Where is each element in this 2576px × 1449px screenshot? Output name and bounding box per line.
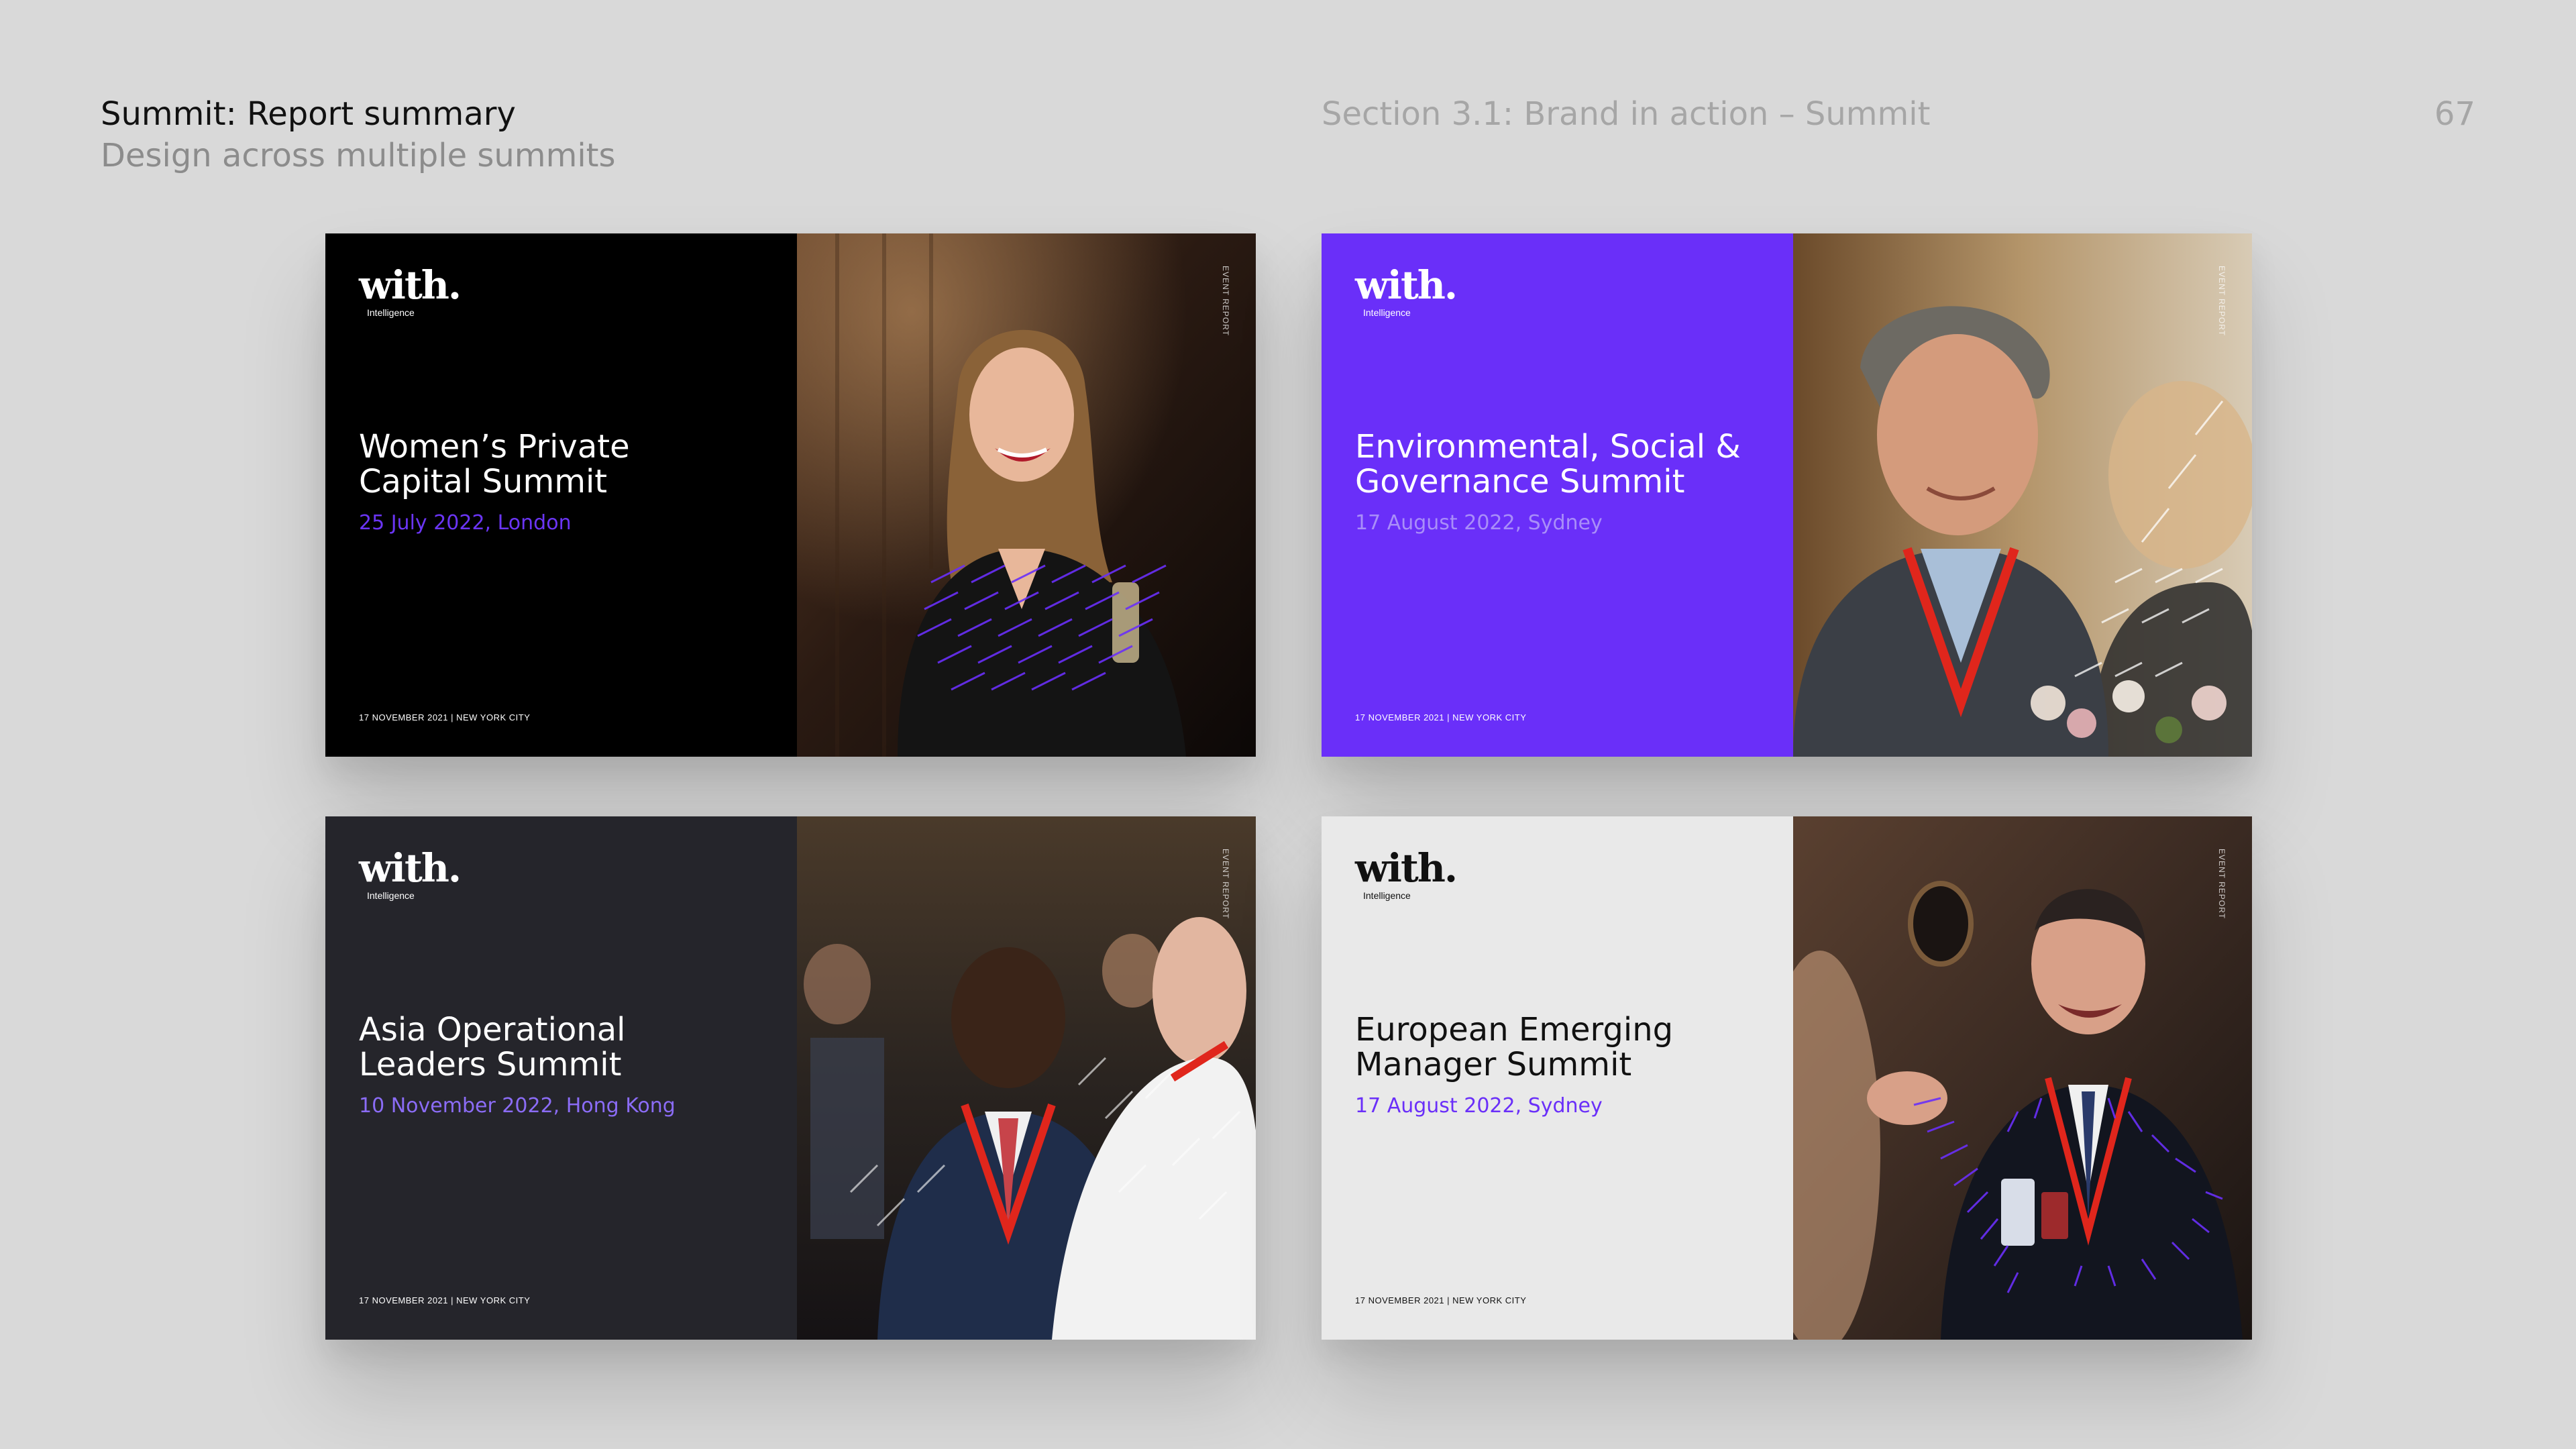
woman-laughing-photo: EVENT REPORT [797, 233, 1256, 757]
cover-panel: with. Intelligence Asia Operational Lead… [325, 816, 797, 1340]
with-intelligence-logo: with. Intelligence [359, 262, 462, 318]
summit-title: Women’s Private Capital Summit [359, 428, 630, 500]
summit-title: Environmental, Social & Governance Summi… [1355, 428, 1741, 500]
summit-title: Asia Operational Leaders Summit [359, 1011, 626, 1083]
with-intelligence-logo: with. Intelligence [1355, 262, 1458, 318]
event-report-tag: EVENT REPORT [2217, 266, 2226, 336]
cover-panel: with. Intelligence Environmental, Social… [1322, 233, 1793, 757]
cover-footer: 17 NOVEMBER 2021 | NEW YORK CITY [1355, 712, 1527, 722]
summit-date: 10 November 2022, Hong Kong [359, 1094, 676, 1118]
event-report-tag: EVENT REPORT [1221, 849, 1230, 919]
with-intelligence-logo: with. Intelligence [359, 845, 462, 901]
cover-footer: 17 NOVEMBER 2021 | NEW YORK CITY [359, 1295, 531, 1305]
event-report-tag: EVENT REPORT [1221, 266, 1230, 336]
summit-date: 17 August 2022, Sydney [1355, 1094, 1603, 1118]
section-label: Section 3.1: Brand in action – Summit [1322, 95, 1931, 133]
report-cover-asia-operational: with. Intelligence Asia Operational Lead… [325, 816, 1256, 1340]
cover-footer: 17 NOVEMBER 2021 | NEW YORK CITY [359, 712, 531, 722]
page-number: 67 [2434, 95, 2475, 133]
report-cover-womens-private-capital: with. Intelligence Women’s Private Capit… [325, 233, 1256, 757]
with-intelligence-logo: with. Intelligence [1355, 845, 1458, 901]
man-laughing-photo: EVENT REPORT [1793, 816, 2252, 1340]
page-title: Summit: Report summary [101, 95, 516, 133]
men-talking-photo: EVENT REPORT [797, 816, 1256, 1340]
summit-date: 25 July 2022, London [359, 511, 572, 535]
summit-title: European Emerging Manager Summit [1355, 1011, 1674, 1083]
man-smiling-photo: EVENT REPORT [1793, 233, 2252, 757]
report-cover-european-emerging: with. Intelligence European Emerging Man… [1322, 816, 2252, 1340]
page-subtitle: Design across multiple summits [101, 137, 616, 174]
cover-panel: with. Intelligence Women’s Private Capit… [325, 233, 797, 757]
cover-footer: 17 NOVEMBER 2021 | NEW YORK CITY [1355, 1295, 1527, 1305]
summit-date: 17 August 2022, Sydney [1355, 511, 1603, 535]
report-cover-esg: with. Intelligence Environmental, Social… [1322, 233, 2252, 757]
cover-panel: with. Intelligence European Emerging Man… [1322, 816, 1793, 1340]
event-report-tag: EVENT REPORT [2217, 849, 2226, 919]
